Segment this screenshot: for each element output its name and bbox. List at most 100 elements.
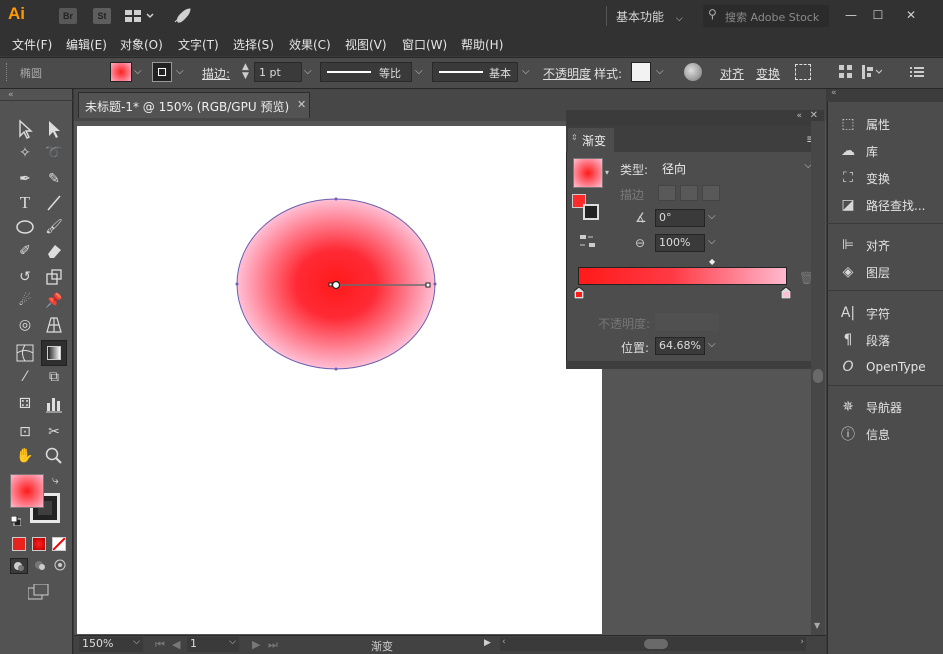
gradient-preset-dropdown-icon[interactable]: ▾: [605, 168, 609, 177]
dock-layers[interactable]: ◈ 图层: [838, 261, 890, 283]
scroll-left-icon[interactable]: ‹: [502, 637, 506, 647]
gradient-type-select[interactable]: 径向 ⌵: [658, 158, 816, 178]
color-stop-right[interactable]: [780, 286, 792, 300]
rotate-tool-icon[interactable]: ↺: [14, 266, 36, 288]
brush-definition[interactable]: 基本: [432, 62, 518, 82]
align-link[interactable]: 对齐: [720, 65, 744, 82]
dock-character[interactable]: A| 字符: [838, 302, 890, 324]
anchor-right[interactable]: [433, 282, 437, 286]
angle-dropdown-icon[interactable]: ⌵: [708, 211, 716, 222]
stroke-within-button[interactable]: [658, 185, 676, 201]
gradient-panel-tab[interactable]: ⇕ 渐变: [568, 128, 614, 152]
document-tab-close-icon[interactable]: ✕: [297, 98, 306, 111]
prev-artboard-icon[interactable]: ◀: [172, 638, 180, 651]
type-tool-icon[interactable]: T: [14, 192, 36, 214]
stock-icon[interactable]: St: [93, 8, 111, 24]
gradient-origin-handle[interactable]: [331, 280, 341, 290]
gradient-tool-active[interactable]: [41, 340, 67, 366]
mesh-tool-icon[interactable]: [14, 342, 36, 364]
selection-tool-icon[interactable]: [14, 118, 36, 140]
direct-selection-tool-icon[interactable]: [43, 118, 65, 140]
midpoint-diamond[interactable]: ◆: [709, 257, 715, 266]
anchor-bottom[interactable]: [334, 367, 338, 371]
eyedropper-tool-icon[interactable]: ⁄: [14, 366, 36, 388]
first-artboard-icon[interactable]: ⏮: [155, 638, 165, 652]
profile-dropdown-icon[interactable]: ⌵: [415, 66, 423, 77]
bridge-icon[interactable]: Br: [59, 8, 77, 24]
workspace-switcher[interactable]: 基本功能 ⌵: [616, 8, 683, 25]
color-mode-icon[interactable]: [12, 537, 26, 551]
panel-expand-icon[interactable]: ⇕: [571, 133, 578, 142]
variable-width-profile[interactable]: 等比: [320, 62, 412, 82]
dock-navigator[interactable]: ✵ 导航器: [838, 396, 902, 418]
arrange-documents-icon[interactable]: [125, 9, 155, 23]
control-bar-grip[interactable]: [6, 63, 9, 81]
style-dropdown-icon[interactable]: ⌵: [656, 66, 664, 77]
angle-input[interactable]: 0°: [655, 209, 705, 227]
stroke-stepper-icon[interactable]: ▲ ▼: [242, 63, 249, 81]
location-dropdown-icon[interactable]: ⌵: [708, 339, 716, 350]
stroke-small-swatch[interactable]: [583, 204, 599, 220]
stop-location-input[interactable]: 64.68%: [655, 337, 705, 355]
aspect-ratio-input[interactable]: 100%: [655, 234, 705, 252]
reverse-gradient-icon[interactable]: [580, 233, 596, 249]
perspective-grid-tool-icon[interactable]: [43, 314, 65, 336]
default-colors-icon[interactable]: [10, 515, 22, 527]
hand-tool-icon[interactable]: ✋: [14, 445, 36, 467]
scroll-down-icon[interactable]: ▼: [814, 621, 820, 630]
column-graph-tool-icon[interactable]: [43, 393, 65, 415]
eraser-tool-icon[interactable]: [43, 240, 65, 262]
dock-properties[interactable]: ⬚ 属性: [838, 113, 890, 135]
panel-menu-icon[interactable]: [910, 65, 924, 79]
curvature-tool-icon[interactable]: ✎: [43, 168, 65, 190]
zoom-tool-icon[interactable]: [43, 445, 65, 467]
stock-search-input[interactable]: ⚲ 搜索 Adobe Stock: [703, 5, 829, 27]
aspect-dropdown-icon[interactable]: ⌵: [708, 236, 716, 247]
swap-fill-stroke-icon[interactable]: ⤷: [52, 473, 59, 488]
stroke-weight-dropdown-icon[interactable]: ⌵: [304, 66, 312, 77]
scale-tool-icon[interactable]: [43, 266, 65, 288]
stroke-along-button[interactable]: [680, 185, 698, 201]
draw-inside-icon[interactable]: [52, 558, 68, 574]
menu-window[interactable]: 窗口(W): [402, 36, 447, 53]
color-stop-left[interactable]: [573, 286, 585, 300]
brush-dropdown-icon[interactable]: ⌵: [522, 66, 530, 77]
dock-paragraph[interactable]: ¶ 段落: [838, 329, 890, 351]
stop-opacity-input[interactable]: [655, 313, 719, 331]
dock-libraries[interactable]: ☁ 库: [838, 140, 878, 162]
magic-wand-tool-icon[interactable]: ✧: [14, 142, 36, 164]
pen-tool-icon[interactable]: ✒: [14, 168, 36, 190]
grid-icon[interactable]: [839, 65, 853, 79]
stroke-dropdown-icon[interactable]: ⌵: [176, 66, 184, 77]
gradient-panel-resize-grip[interactable]: [566, 361, 824, 369]
warp-tool-icon[interactable]: ☄: [14, 290, 36, 312]
none-mode-icon[interactable]: [52, 537, 66, 551]
shaper-tool-icon[interactable]: ✐: [14, 240, 36, 262]
next-artboard-icon[interactable]: ▶: [252, 638, 260, 651]
opacity-label[interactable]: 不透明度: [543, 65, 591, 82]
lasso-tool-icon[interactable]: ➰: [43, 142, 65, 164]
stroke-swatch[interactable]: [152, 62, 172, 82]
fill-swatch[interactable]: [110, 62, 132, 82]
panel-collapse-icon[interactable]: «: [796, 111, 802, 121]
gradient-end-handle[interactable]: [425, 282, 431, 288]
menu-effect[interactable]: 效果(C): [289, 36, 331, 53]
dock-transform[interactable]: ⛶ 变换: [838, 167, 890, 189]
puppet-warp-tool-icon[interactable]: 📌: [43, 290, 65, 312]
menu-select[interactable]: 选择(S): [233, 36, 274, 53]
gradient-preview-swatch[interactable]: [573, 158, 603, 188]
stroke-weight-input[interactable]: 1 pt: [254, 62, 302, 82]
dock-info[interactable]: ⓘ 信息: [838, 423, 890, 445]
vertical-scroll-thumb[interactable]: [813, 369, 823, 383]
paintbrush-tool-icon[interactable]: 🖌: [43, 216, 65, 238]
menu-object[interactable]: 对象(O): [120, 36, 163, 53]
anchor-left[interactable]: [235, 282, 239, 286]
artboard-tool-icon[interactable]: ⊡: [14, 421, 36, 443]
panel-close-icon[interactable]: ✕: [810, 110, 818, 121]
symbol-sprayer-tool-icon[interactable]: ⚃: [14, 393, 36, 415]
stroke-label[interactable]: 描边:: [202, 65, 230, 82]
fill-dropdown-icon[interactable]: ⌵: [134, 66, 142, 77]
isolate-icon[interactable]: [795, 64, 811, 80]
transform-link[interactable]: 变换: [756, 65, 780, 82]
stroke-across-button[interactable]: [702, 185, 720, 201]
